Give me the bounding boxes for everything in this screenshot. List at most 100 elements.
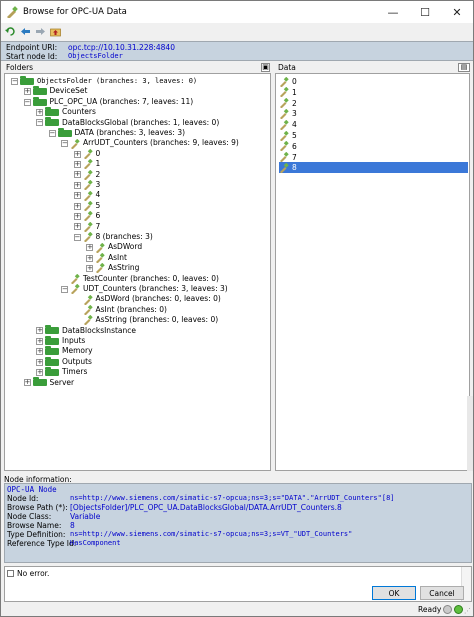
data-list-item[interactable]: 6 <box>279 141 468 152</box>
data-list-item[interactable]: 2 <box>279 98 468 109</box>
tree-node[interactable]: +5 <box>73 201 100 212</box>
resize-grip-icon[interactable]: ⋰ <box>464 607 472 615</box>
endpoint-info-bar: Endpoint URI: opc.tcp://10.10.31.228:484… <box>1 41 473 61</box>
data-list-item[interactable]: 5 <box>279 130 468 141</box>
variable-tag-icon <box>83 294 93 305</box>
folder-icon <box>45 366 59 376</box>
tree-node[interactable]: + Counters <box>36 106 96 118</box>
tree-node[interactable]: − DataBlocksGlobal (branches: 1, leaves: … <box>36 117 219 129</box>
folders-pin-button[interactable]: ▣ <box>261 63 270 72</box>
tree-node[interactable]: + Outputs <box>36 356 92 368</box>
data-list-item[interactable]: 1 <box>279 87 468 98</box>
expand-toggle[interactable]: + <box>73 181 81 189</box>
expand-toggle[interactable]: + <box>73 171 81 179</box>
folder-icon <box>32 86 47 96</box>
tree-node[interactable]: + AsInt <box>86 253 127 264</box>
tree-node[interactable]: AsInt (branches: 0) <box>74 305 167 316</box>
tree-node[interactable]: − ObjectsFolder (branches: 3, leaves: 0) <box>11 75 197 87</box>
expand-toggle[interactable]: + <box>36 337 43 345</box>
tree-node[interactable]: − PLC_OPC_UA (branches: 7, leaves: 11) <box>23 96 193 108</box>
variable-tag-icon <box>83 201 93 212</box>
endpoint-uri-label: Endpoint URI: <box>6 43 58 52</box>
tree-node[interactable]: +1 <box>73 159 100 170</box>
vertical-scrollbar[interactable] <box>467 396 473 471</box>
maximize-button[interactable]: ☐ <box>409 1 441 23</box>
node-info-label: Node Class: <box>7 512 52 521</box>
tree-node[interactable]: − ArrUDT_Counters (branches: 9, leaves: 9… <box>61 138 239 149</box>
expand-toggle[interactable]: + <box>36 358 43 366</box>
tree-node-label: UDT_Counters (branches: 3, leaves: 3) <box>83 284 228 293</box>
arrow-left-icon <box>21 28 30 35</box>
folder-icon <box>32 96 47 106</box>
back-button[interactable] <box>19 25 32 38</box>
data-list-item[interactable]: 8 <box>279 162 468 174</box>
collapse-toggle[interactable]: − <box>23 98 31 106</box>
expand-toggle[interactable]: + <box>36 348 43 356</box>
expand-toggle[interactable]: + <box>73 150 81 158</box>
tree-node[interactable]: + Timers <box>36 366 87 378</box>
tree-node[interactable]: + DataBlocksInstance <box>36 325 136 337</box>
refresh-button[interactable] <box>4 25 17 38</box>
close-button[interactable]: ✕ <box>441 1 473 23</box>
tree-node[interactable]: + DeviceSet <box>23 86 87 97</box>
data-item-label: 7 <box>292 152 297 162</box>
data-list-item[interactable]: 0 <box>279 76 468 87</box>
expand-toggle[interactable]: + <box>73 202 81 210</box>
tree-node[interactable]: + Inputs <box>36 335 85 347</box>
data-list[interactable]: 012345678 <box>275 73 470 471</box>
folders-tree[interactable]: − ObjectsFolder (branches: 3, leaves: 0) +… <box>4 73 271 471</box>
tree-node-label: 3 <box>95 180 101 189</box>
collapse-toggle[interactable]: − <box>61 140 68 148</box>
variable-tag-icon <box>83 211 93 222</box>
tree-node[interactable]: +6 <box>73 211 100 222</box>
connection-led-icon <box>443 605 452 614</box>
expand-toggle[interactable]: + <box>36 368 43 376</box>
cancel-button[interactable]: Cancel <box>420 586 464 600</box>
expand-toggle[interactable]: + <box>23 88 31 96</box>
expand-toggle[interactable]: + <box>73 160 81 168</box>
collapse-toggle[interactable]: − <box>48 129 56 137</box>
tree-node[interactable]: +3 <box>73 180 101 191</box>
expand-toggle[interactable]: + <box>23 379 31 387</box>
tree-node[interactable]: − DATA (branches: 3, leaves: 3) <box>48 127 185 139</box>
tree-node[interactable]: +0 <box>73 149 100 160</box>
node-info-label: Reference Type Id: <box>7 539 77 548</box>
forward-button[interactable] <box>34 25 47 38</box>
collapse-toggle[interactable]: − <box>36 119 43 127</box>
variable-tag-icon <box>96 263 105 274</box>
tree-node[interactable]: +4 <box>73 190 100 201</box>
expand-toggle[interactable]: + <box>86 254 93 262</box>
tree-node[interactable]: AsString (branches: 0, leaves: 0) <box>74 315 218 326</box>
endpoint-uri-value: opc.tcp://10.10.31.228:4840 <box>68 43 175 52</box>
tree-node[interactable]: +7 <box>73 222 100 233</box>
expand-toggle[interactable]: + <box>73 223 81 231</box>
data-list-item[interactable]: 4 <box>279 119 468 130</box>
tree-node[interactable]: +2 <box>73 170 100 181</box>
tree-node[interactable]: + AsDWord <box>86 242 142 253</box>
tree-node[interactable]: + Server <box>23 377 74 389</box>
ok-button[interactable]: OK <box>372 586 416 600</box>
expand-toggle[interactable]: + <box>86 244 93 252</box>
start-node-label: Start node Id: <box>6 52 58 61</box>
tree-node[interactable]: + Memory <box>36 346 93 357</box>
tree-node[interactable]: AsDWord (branches: 0, leaves: 0) <box>74 294 221 305</box>
collapse-toggle[interactable]: − <box>11 77 18 85</box>
tree-node[interactable]: TestCounter (branches: 0, leaves: 0) <box>61 274 219 285</box>
expand-toggle[interactable]: + <box>86 264 93 272</box>
expand-toggle[interactable]: + <box>36 108 43 116</box>
folder-icon <box>57 127 72 137</box>
tree-node[interactable]: + AsString <box>86 263 139 274</box>
data-list-item[interactable]: 3 <box>279 108 468 119</box>
data-list-item[interactable]: 7 <box>279 152 468 163</box>
collapse-toggle[interactable]: − <box>61 285 68 293</box>
home-button[interactable] <box>49 25 62 38</box>
collapse-toggle[interactable]: − <box>73 233 81 241</box>
expand-toggle[interactable]: + <box>73 192 81 200</box>
data-view-button[interactable]: ▤ <box>458 63 470 72</box>
start-node-row: Start node Id: ObjectsFolder <box>6 52 123 61</box>
tree-node[interactable]: − UDT_Counters (branches: 3, leaves: 3) <box>61 284 228 295</box>
expand-toggle[interactable]: + <box>73 212 81 220</box>
tree-node[interactable]: − 8 (branches: 3) <box>73 232 153 243</box>
expand-toggle[interactable]: + <box>36 327 43 335</box>
minimize-button[interactable]: — <box>377 1 409 23</box>
